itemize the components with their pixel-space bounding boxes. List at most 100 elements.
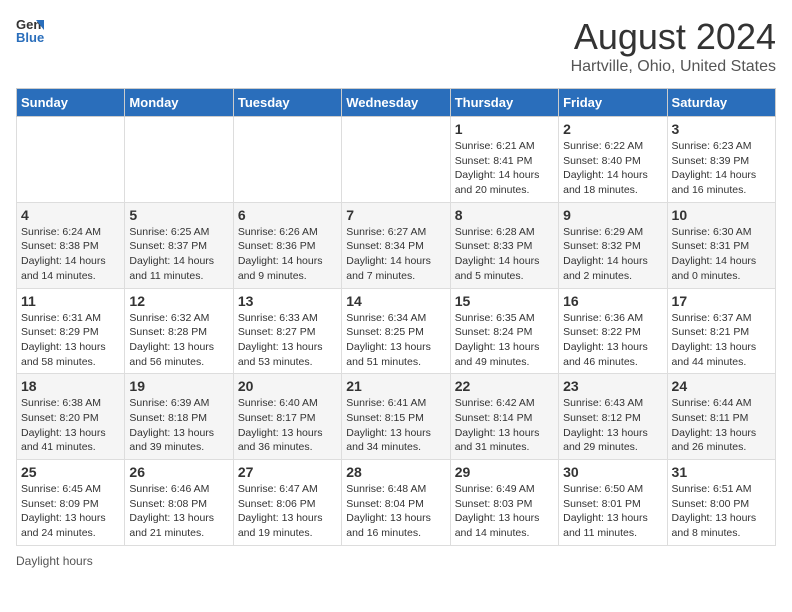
table-row: 9 Sunrise: 6:29 AMSunset: 8:32 PMDayligh… xyxy=(559,202,667,288)
day-info: Sunrise: 6:40 AMSunset: 8:17 PMDaylight:… xyxy=(238,396,337,455)
table-row: 8 Sunrise: 6:28 AMSunset: 8:33 PMDayligh… xyxy=(450,202,558,288)
day-info: Sunrise: 6:48 AMSunset: 8:04 PMDaylight:… xyxy=(346,482,445,541)
day-number: 11 xyxy=(21,293,120,309)
table-row: 1 Sunrise: 6:21 AMSunset: 8:41 PMDayligh… xyxy=(450,117,558,203)
table-row: 26 Sunrise: 6:46 AMSunset: 8:08 PMDaylig… xyxy=(125,460,233,546)
day-number: 1 xyxy=(455,121,554,137)
day-info: Sunrise: 6:35 AMSunset: 8:24 PMDaylight:… xyxy=(455,311,554,370)
table-row: 3 Sunrise: 6:23 AMSunset: 8:39 PMDayligh… xyxy=(667,117,775,203)
table-row: 25 Sunrise: 6:45 AMSunset: 8:09 PMDaylig… xyxy=(17,460,125,546)
logo: General Blue xyxy=(16,16,44,44)
day-info: Sunrise: 6:31 AMSunset: 8:29 PMDaylight:… xyxy=(21,311,120,370)
day-info: Sunrise: 6:45 AMSunset: 8:09 PMDaylight:… xyxy=(21,482,120,541)
col-saturday: Saturday xyxy=(667,89,775,117)
day-number: 8 xyxy=(455,207,554,223)
day-number: 4 xyxy=(21,207,120,223)
day-info: Sunrise: 6:27 AMSunset: 8:34 PMDaylight:… xyxy=(346,225,445,284)
col-sunday: Sunday xyxy=(17,89,125,117)
day-number: 24 xyxy=(672,378,771,394)
day-info: Sunrise: 6:49 AMSunset: 8:03 PMDaylight:… xyxy=(455,482,554,541)
table-row: 19 Sunrise: 6:39 AMSunset: 8:18 PMDaylig… xyxy=(125,374,233,460)
calendar-table: Sunday Monday Tuesday Wednesday Thursday… xyxy=(16,88,776,546)
day-number: 3 xyxy=(672,121,771,137)
calendar-header: Sunday Monday Tuesday Wednesday Thursday… xyxy=(17,89,776,117)
day-info: Sunrise: 6:33 AMSunset: 8:27 PMDaylight:… xyxy=(238,311,337,370)
table-row: 27 Sunrise: 6:47 AMSunset: 8:06 PMDaylig… xyxy=(233,460,341,546)
table-row: 10 Sunrise: 6:30 AMSunset: 8:31 PMDaylig… xyxy=(667,202,775,288)
calendar-week-row: 4 Sunrise: 6:24 AMSunset: 8:38 PMDayligh… xyxy=(17,202,776,288)
day-number: 20 xyxy=(238,378,337,394)
day-number: 9 xyxy=(563,207,662,223)
header-row: Sunday Monday Tuesday Wednesday Thursday… xyxy=(17,89,776,117)
table-row: 7 Sunrise: 6:27 AMSunset: 8:34 PMDayligh… xyxy=(342,202,450,288)
day-number: 17 xyxy=(672,293,771,309)
day-info: Sunrise: 6:36 AMSunset: 8:22 PMDaylight:… xyxy=(563,311,662,370)
col-wednesday: Wednesday xyxy=(342,89,450,117)
table-row: 11 Sunrise: 6:31 AMSunset: 8:29 PMDaylig… xyxy=(17,288,125,374)
main-title: August 2024 xyxy=(571,16,776,58)
table-row: 20 Sunrise: 6:40 AMSunset: 8:17 PMDaylig… xyxy=(233,374,341,460)
day-number: 13 xyxy=(238,293,337,309)
day-number: 25 xyxy=(21,464,120,480)
table-row: 6 Sunrise: 6:26 AMSunset: 8:36 PMDayligh… xyxy=(233,202,341,288)
daylight-label: Daylight hours xyxy=(16,554,93,568)
day-number: 5 xyxy=(129,207,228,223)
day-number: 10 xyxy=(672,207,771,223)
table-row: 12 Sunrise: 6:32 AMSunset: 8:28 PMDaylig… xyxy=(125,288,233,374)
table-row: 18 Sunrise: 6:38 AMSunset: 8:20 PMDaylig… xyxy=(17,374,125,460)
day-number: 27 xyxy=(238,464,337,480)
table-row: 24 Sunrise: 6:44 AMSunset: 8:11 PMDaylig… xyxy=(667,374,775,460)
footer: Daylight hours xyxy=(16,554,776,568)
day-info: Sunrise: 6:51 AMSunset: 8:00 PMDaylight:… xyxy=(672,482,771,541)
day-info: Sunrise: 6:21 AMSunset: 8:41 PMDaylight:… xyxy=(455,139,554,198)
day-info: Sunrise: 6:34 AMSunset: 8:25 PMDaylight:… xyxy=(346,311,445,370)
table-row: 5 Sunrise: 6:25 AMSunset: 8:37 PMDayligh… xyxy=(125,202,233,288)
calendar-week-row: 25 Sunrise: 6:45 AMSunset: 8:09 PMDaylig… xyxy=(17,460,776,546)
table-row: 2 Sunrise: 6:22 AMSunset: 8:40 PMDayligh… xyxy=(559,117,667,203)
table-row: 30 Sunrise: 6:50 AMSunset: 8:01 PMDaylig… xyxy=(559,460,667,546)
table-row: 22 Sunrise: 6:42 AMSunset: 8:14 PMDaylig… xyxy=(450,374,558,460)
day-info: Sunrise: 6:41 AMSunset: 8:15 PMDaylight:… xyxy=(346,396,445,455)
day-info: Sunrise: 6:28 AMSunset: 8:33 PMDaylight:… xyxy=(455,225,554,284)
day-number: 31 xyxy=(672,464,771,480)
table-row: 16 Sunrise: 6:36 AMSunset: 8:22 PMDaylig… xyxy=(559,288,667,374)
day-info: Sunrise: 6:50 AMSunset: 8:01 PMDaylight:… xyxy=(563,482,662,541)
day-number: 14 xyxy=(346,293,445,309)
calendar-body: 1 Sunrise: 6:21 AMSunset: 8:41 PMDayligh… xyxy=(17,117,776,546)
table-row: 4 Sunrise: 6:24 AMSunset: 8:38 PMDayligh… xyxy=(17,202,125,288)
day-number: 12 xyxy=(129,293,228,309)
day-number: 16 xyxy=(563,293,662,309)
table-row: 28 Sunrise: 6:48 AMSunset: 8:04 PMDaylig… xyxy=(342,460,450,546)
calendar-week-row: 11 Sunrise: 6:31 AMSunset: 8:29 PMDaylig… xyxy=(17,288,776,374)
day-info: Sunrise: 6:26 AMSunset: 8:36 PMDaylight:… xyxy=(238,225,337,284)
table-row xyxy=(17,117,125,203)
subtitle: Hartville, Ohio, United States xyxy=(571,58,776,76)
table-row xyxy=(342,117,450,203)
table-row: 23 Sunrise: 6:43 AMSunset: 8:12 PMDaylig… xyxy=(559,374,667,460)
calendar-week-row: 1 Sunrise: 6:21 AMSunset: 8:41 PMDayligh… xyxy=(17,117,776,203)
day-info: Sunrise: 6:37 AMSunset: 8:21 PMDaylight:… xyxy=(672,311,771,370)
day-info: Sunrise: 6:42 AMSunset: 8:14 PMDaylight:… xyxy=(455,396,554,455)
day-number: 22 xyxy=(455,378,554,394)
day-number: 30 xyxy=(563,464,662,480)
day-info: Sunrise: 6:30 AMSunset: 8:31 PMDaylight:… xyxy=(672,225,771,284)
table-row: 13 Sunrise: 6:33 AMSunset: 8:27 PMDaylig… xyxy=(233,288,341,374)
col-friday: Friday xyxy=(559,89,667,117)
day-info: Sunrise: 6:47 AMSunset: 8:06 PMDaylight:… xyxy=(238,482,337,541)
day-number: 26 xyxy=(129,464,228,480)
day-number: 21 xyxy=(346,378,445,394)
day-info: Sunrise: 6:22 AMSunset: 8:40 PMDaylight:… xyxy=(563,139,662,198)
day-number: 7 xyxy=(346,207,445,223)
day-number: 15 xyxy=(455,293,554,309)
day-info: Sunrise: 6:24 AMSunset: 8:38 PMDaylight:… xyxy=(21,225,120,284)
day-info: Sunrise: 6:32 AMSunset: 8:28 PMDaylight:… xyxy=(129,311,228,370)
col-tuesday: Tuesday xyxy=(233,89,341,117)
day-info: Sunrise: 6:39 AMSunset: 8:18 PMDaylight:… xyxy=(129,396,228,455)
day-info: Sunrise: 6:38 AMSunset: 8:20 PMDaylight:… xyxy=(21,396,120,455)
title-area: August 2024 Hartville, Ohio, United Stat… xyxy=(571,16,776,76)
table-row: 15 Sunrise: 6:35 AMSunset: 8:24 PMDaylig… xyxy=(450,288,558,374)
day-number: 2 xyxy=(563,121,662,137)
day-info: Sunrise: 6:44 AMSunset: 8:11 PMDaylight:… xyxy=(672,396,771,455)
day-info: Sunrise: 6:23 AMSunset: 8:39 PMDaylight:… xyxy=(672,139,771,198)
table-row xyxy=(125,117,233,203)
